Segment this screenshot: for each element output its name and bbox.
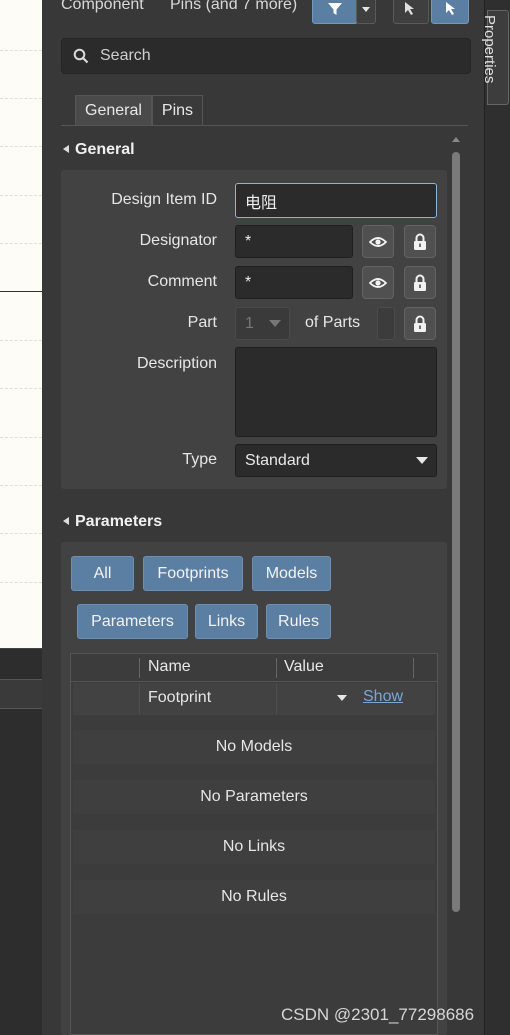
lock-icon [414,315,426,332]
list-item: No Parameters [73,780,435,814]
lock-icon [414,274,426,291]
bottom-panel [0,648,42,1035]
parameters-section-header[interactable]: Parameters [62,513,162,531]
filter-dropdown-button[interactable] [356,0,376,24]
of-parts-label: of Parts [305,314,361,331]
description-label: Description [136,355,217,372]
filter-button[interactable] [312,0,358,24]
part-label: Part [187,314,217,331]
designator-visibility-button[interactable] [362,225,394,258]
collapse-triangle-icon [63,145,69,153]
grid-line [0,195,42,196]
grid-line [0,243,42,244]
design-item-id-field[interactable]: 电阻 [235,183,437,218]
watermark-text: CSDN @2301_77298686 [281,1005,475,1024]
cell-divider [139,683,140,715]
wire-line [0,291,42,292]
tab-general[interactable]: General [75,95,152,126]
column-divider [139,658,140,678]
list-item: No Models [73,730,435,764]
part-select: 1 [235,307,290,340]
side-panel-strip [484,0,510,1035]
cursor-select-icon [446,2,455,15]
select-mode-button[interactable] [393,0,429,24]
comment-field[interactable]: * [235,266,353,299]
general-section-title: General [75,141,135,158]
designator-lock-button[interactable] [404,225,436,258]
collapse-triangle-icon [63,517,69,525]
filter-links-button[interactable]: Links [195,604,258,639]
type-value: Standard [245,451,310,469]
column-divider [413,658,414,678]
properties-panel: Component Pins (and 7 more) General Pins… [42,0,484,1035]
component-label: Component [61,0,144,13]
grid-line [0,437,42,438]
grid-line [0,340,42,341]
grid-line [0,50,42,51]
general-section-header[interactable]: General [62,141,135,159]
designator-field[interactable]: * [235,225,353,258]
filter-footprints-button[interactable]: Footprints [143,556,243,591]
parameters-section-title: Parameters [75,513,163,530]
type-select[interactable]: Standard [235,444,437,477]
eye-icon [369,277,387,288]
column-header-value[interactable]: Value [284,658,324,676]
grid-header: Name Value [71,654,437,682]
select-mode-active-button[interactable] [431,0,469,24]
chevron-down-icon [362,6,370,12]
parts-count-field [377,307,395,340]
grid-line [0,98,42,99]
lock-icon [414,233,426,250]
grid-line [0,582,42,583]
search-input[interactable] [100,47,440,65]
designator-label: Designator [139,232,217,249]
list-item: No Links [73,830,435,864]
panel-tabs: General Pins [75,95,204,126]
cell-divider [276,683,277,715]
pins-filter-label[interactable]: Pins (and 7 more) [170,0,297,14]
type-label: Type [182,451,217,468]
cursor-select-icon [405,2,414,15]
comment-visibility-button[interactable] [362,266,394,299]
grid-line [0,485,42,486]
part-lock-button[interactable] [404,307,436,340]
show-footprint-link[interactable]: Show [363,688,403,706]
grid-line [0,533,42,534]
search-box[interactable] [61,38,471,74]
properties-side-tab-label: Properties [481,15,498,84]
filter-icon [328,3,342,15]
schematic-canvas[interactable] [0,0,42,648]
description-field[interactable] [235,347,437,437]
search-icon [62,48,100,64]
bottom-panel-header [0,679,42,709]
chevron-down-icon [416,457,428,464]
footprint-row[interactable]: Footprint Show [73,683,435,715]
comment-lock-button[interactable] [404,266,436,299]
grid-line [0,388,42,389]
filter-parameters-button[interactable]: Parameters [77,604,188,639]
filter-all-button[interactable]: All [71,556,134,591]
footprint-row-name: Footprint [148,689,212,706]
grid-line [0,146,42,147]
tab-divider [61,125,468,126]
design-item-id-label: Design Item ID [111,191,217,208]
column-divider [276,658,277,678]
filter-models-button[interactable]: Models [252,556,331,591]
scroll-up-arrow-icon[interactable] [452,137,460,142]
tab-pins[interactable]: Pins [151,95,204,126]
chevron-down-icon[interactable] [337,695,347,701]
parameters-grid: Name Value Footprint Show No Models No P… [70,653,438,1035]
properties-side-tab[interactable]: Properties [481,10,509,105]
column-header-name[interactable]: Name [148,658,191,676]
part-value: 1 [245,314,254,332]
vertical-scrollbar[interactable] [452,152,460,912]
eye-icon [369,236,387,247]
chevron-down-icon [269,320,281,327]
filter-rules-button[interactable]: Rules [266,604,331,639]
list-item: No Rules [73,880,435,914]
comment-label: Comment [147,273,217,290]
